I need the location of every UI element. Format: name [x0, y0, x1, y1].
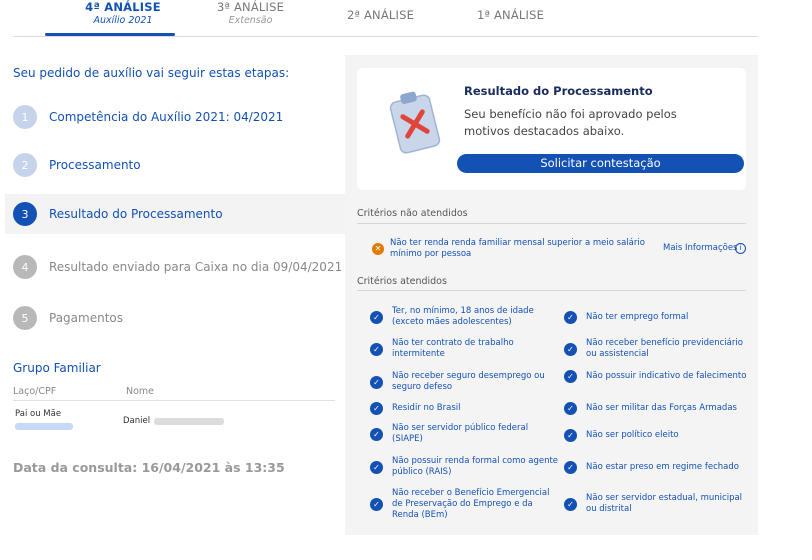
criterion-text: Não estar preso em regime fechado — [586, 462, 739, 472]
criterion-text: Não receber seguro desemprego ou seguro … — [392, 371, 545, 392]
active-tab-indicator — [45, 33, 175, 36]
step-number: 1 — [13, 105, 37, 129]
solicitar-contestacao-button[interactable]: Solicitar contestação — [457, 154, 744, 173]
tab-subtitle: Extensão — [228, 15, 273, 26]
step-resultado-enviado: 4 Resultado enviado para Caixa no dia 09… — [5, 247, 345, 287]
tab-2a-analise[interactable]: 2ª ANÁLISE — [323, 8, 438, 22]
check-icon: ✓ — [370, 342, 383, 356]
criterion-text: Não ser militar das Forças Armadas — [586, 403, 737, 413]
criterion-text: Não ter emprego formal — [586, 312, 689, 322]
info-icon[interactable]: i — [735, 243, 746, 254]
column-header-laco-cpf: Laço/CPF — [13, 386, 57, 397]
met-criterion: ✓ Não ser militar das Forças Armadas — [564, 402, 754, 415]
step-number: 3 — [13, 202, 37, 226]
met-criteria-heading: Critérios atendidos — [357, 276, 447, 287]
met-criterion: ✓ Não ter contrato de trabalho intermite… — [370, 338, 560, 360]
check-icon: ✓ — [370, 310, 383, 324]
step-number: 2 — [13, 153, 37, 177]
met-criterion: ✓ Não ser servidor público federal (SIAP… — [370, 423, 560, 445]
criterion-text: Não possuir renda formal como agente púb… — [392, 456, 559, 477]
step-label: Competência do Auxílio 2021: 04/2021 — [49, 110, 284, 124]
tab-subtitle: Auxílio 2021 — [93, 15, 153, 26]
result-title: Resultado do Processamento — [464, 84, 653, 98]
criterion-text: Não ser servidor estadual, municipal ou … — [586, 493, 743, 514]
step-competencia: 1 Competência do Auxílio 2021: 04/2021 — [5, 97, 345, 137]
check-icon: ✓ — [370, 375, 383, 389]
column-header-nome: Nome — [126, 386, 155, 397]
step-label: Resultado do Processamento — [49, 207, 223, 221]
consultation-date: Data da consulta: 16/04/2021 às 13:35 — [13, 460, 285, 475]
check-icon: ✓ — [564, 497, 577, 511]
criterion-text: Ter, no mínimo, 18 anos de idade (exceto… — [392, 306, 534, 327]
check-icon: ✓ — [564, 461, 577, 474]
member-surname-redacted — [154, 418, 224, 425]
check-icon: ✓ — [370, 460, 383, 474]
met-criterion: ✓ Não receber benefício previdenciário o… — [564, 338, 754, 360]
step-resultado-processamento[interactable]: 3 Resultado do Processamento — [5, 194, 345, 234]
met-criterion: ✓ Ter, no mínimo, 18 anos de idade (exce… — [370, 306, 560, 328]
met-criterion: ✓ Não ser político eleito — [564, 429, 754, 442]
tab-3a-analise[interactable]: 3ª ANÁLISE Extensão — [193, 0, 308, 26]
step-number: 4 — [13, 255, 37, 279]
criterion-text: Não receber benefício previdenciário ou … — [586, 338, 743, 359]
tab-title: 1ª ANÁLISE — [476, 8, 545, 22]
criterion-text: Residir no Brasil — [392, 403, 461, 413]
rejected-document-icon — [389, 91, 441, 154]
check-icon: ✓ — [564, 402, 577, 415]
analysis-tabs: 4ª ANÁLISE Auxílio 2021 3ª ANÁLISE Exten… — [13, 0, 758, 37]
met-criterion: ✓ Não ter emprego formal — [564, 311, 754, 324]
divider — [357, 290, 746, 291]
criterion-text: Não ser político eleito — [586, 430, 679, 440]
check-icon: ✓ — [370, 427, 383, 441]
unmet-criterion: Não ter renda renda familiar mensal supe… — [390, 238, 645, 259]
tab-1a-analise[interactable]: 1ª ANÁLISE — [453, 8, 568, 22]
member-relation: Pai ou Mãe — [15, 409, 62, 419]
step-label: Resultado enviado para Caixa no dia 09/0… — [49, 260, 343, 274]
check-icon: ✓ — [564, 342, 577, 356]
met-criterion: ✓ Não receber seguro desemprego ou segur… — [370, 371, 560, 393]
check-icon: ✓ — [564, 429, 577, 442]
unmet-criteria-heading: Critérios não atendidos — [357, 208, 468, 219]
criterion-text: Não ter contrato de trabalho intermitent… — [392, 338, 514, 359]
met-criterion: ✓ Não possuir indicativo de falecimento — [564, 370, 754, 383]
met-criterion: ✓ Residir no Brasil — [370, 402, 560, 415]
result-panel: Resultado do Processamento Seu benefício… — [345, 55, 758, 535]
met-criterion: ✓ Não estar preso em regime fechado — [564, 461, 754, 474]
check-icon: ✓ — [564, 370, 577, 383]
member-name: Daniel — [123, 416, 151, 426]
divider — [357, 223, 746, 224]
tab-title: 4ª ANÁLISE — [85, 0, 161, 14]
divider — [13, 400, 335, 401]
result-message: Seu benefício não foi aprovado pelos mot… — [464, 107, 677, 138]
criterion-text: Não possuir indicativo de falecimento — [586, 371, 747, 381]
tab-title: 2ª ANÁLISE — [346, 8, 415, 22]
step-label: Pagamentos — [49, 311, 123, 325]
grupo-familiar-heading: Grupo Familiar — [13, 361, 101, 375]
tab-title: 3ª ANÁLISE — [216, 0, 285, 14]
warning-x-icon: ✕ — [372, 243, 384, 255]
met-criterion: ✓ Não ser servidor estadual, municipal o… — [564, 493, 754, 515]
tab-4a-analise[interactable]: 4ª ANÁLISE Auxílio 2021 — [58, 0, 188, 26]
met-criterion: ✓ Não possuir renda formal como agente p… — [370, 456, 560, 478]
steps-heading: Seu pedido de auxílio vai seguir estas e… — [13, 66, 290, 80]
met-criterion: ✓ Não receber o Benefício Emergencial de… — [370, 488, 560, 521]
criterion-text: Não ser servidor público federal (SIAPE) — [392, 423, 529, 444]
mais-informacoes-link[interactable]: Mais Informações — [663, 243, 738, 253]
step-processamento: 2 Processamento — [5, 145, 345, 185]
step-label: Processamento — [49, 158, 141, 172]
result-card: Resultado do Processamento Seu benefício… — [357, 68, 746, 190]
step-pagamentos: 5 Pagamentos — [5, 298, 345, 338]
step-number: 5 — [13, 306, 37, 330]
check-icon: ✓ — [564, 311, 577, 324]
check-icon: ✓ — [370, 498, 383, 511]
member-cpf-redacted — [15, 423, 73, 430]
criterion-text: Não receber o Benefício Emergencial de P… — [392, 488, 550, 520]
check-icon: ✓ — [370, 402, 383, 415]
